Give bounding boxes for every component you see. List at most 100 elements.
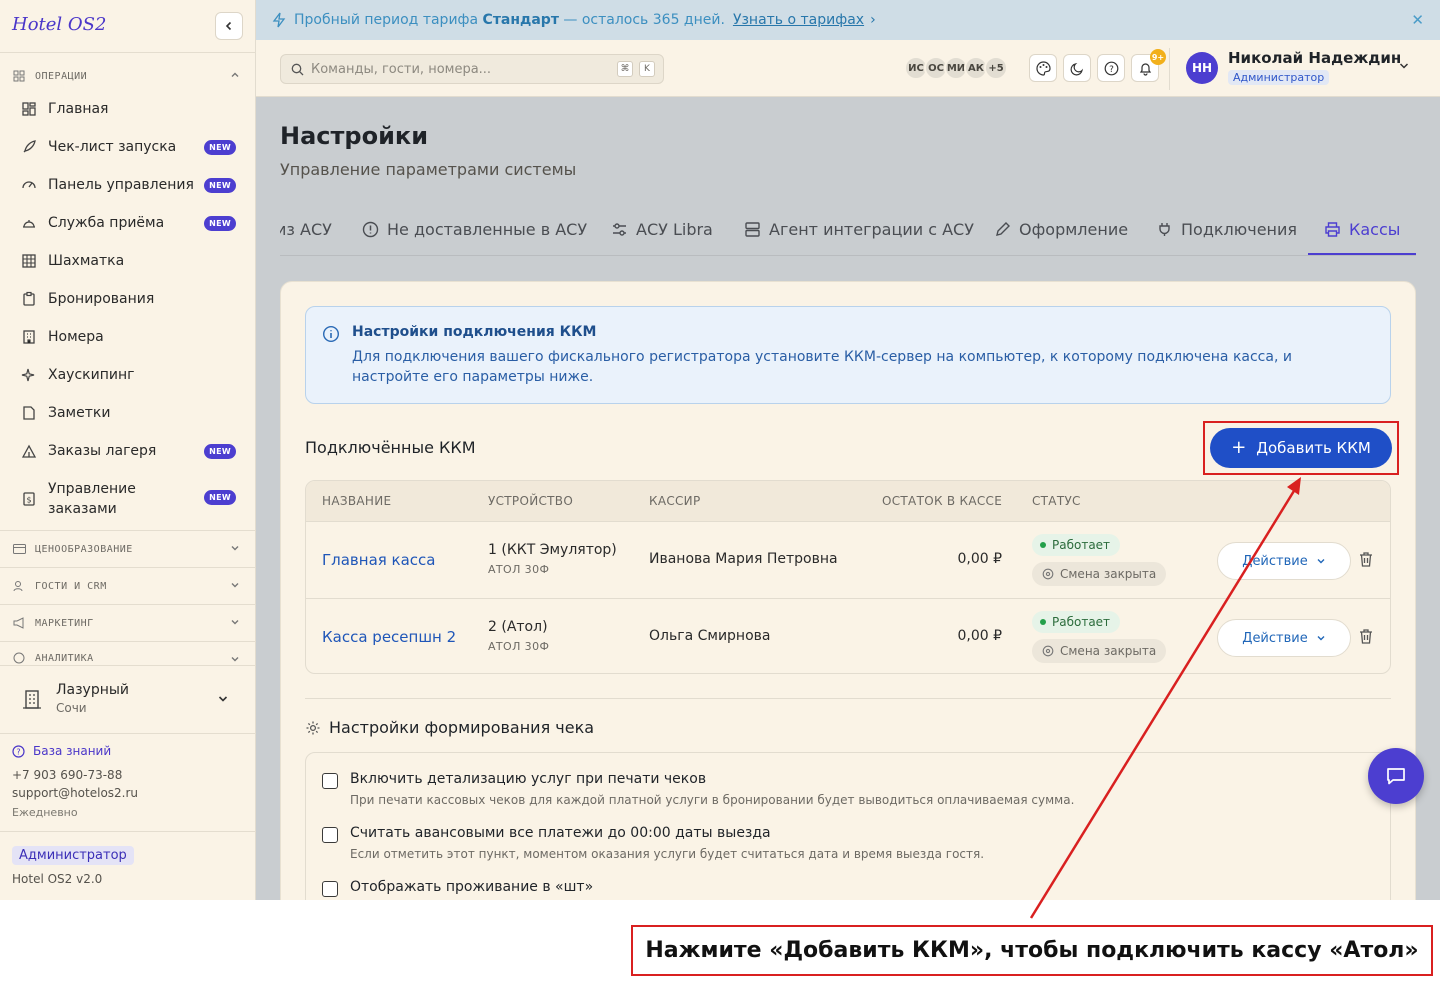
sidebar-item-housekeeping[interactable]: Хаускипинг [12, 365, 244, 385]
kkm-name-link[interactable]: Главная касса [322, 551, 436, 569]
sidebar-item-label: Панель управления [48, 177, 194, 193]
sliders-icon [611, 221, 628, 238]
tab-asu-libra[interactable]: АСУ Libra [611, 220, 713, 239]
tab-integration-agent[interactable]: Агент интеграции с АСУ [744, 220, 974, 239]
chat-button[interactable] [1368, 748, 1424, 804]
table-row: Главная касса 1 (ККТ Эмулятор) АТОЛ 30Ф … [306, 521, 1390, 598]
kkm-cashier: Иванова Мария Петровна [649, 551, 838, 567]
chevron-up-icon [231, 72, 239, 77]
support-email[interactable]: support@hotelos2.ru [12, 786, 138, 800]
connected-kkm-title: Подключённые ККМ [305, 438, 476, 457]
kbd-k: K [639, 61, 655, 77]
sidebar-item-label: Служба приёма [48, 215, 165, 231]
chevron-down-icon[interactable] [1398, 60, 1410, 72]
user-role-badge: Администратор [1228, 70, 1330, 85]
table-header: НАЗВАНИЕ УСТРОЙСТВО КАССИР ОСТАТОК В КАС… [306, 481, 1390, 521]
divider [0, 52, 256, 53]
kkm-name-link[interactable]: Касса ресепшн 2 [322, 628, 456, 646]
kkm-cashier: Ольга Смирнова [649, 628, 771, 644]
user-avatar[interactable]: НН [1186, 52, 1218, 84]
dark-mode-button[interactable] [1063, 54, 1091, 82]
kkm-model: АТОЛ 30Ф [488, 640, 550, 653]
sidebar: Hotel OS2 ОПЕРАЦИИ Главная Чек-лист запу… [0, 0, 256, 900]
status-badge: Работает [1032, 611, 1121, 633]
tab-label: Кассы [1349, 220, 1401, 239]
tab-label: Не доставленные в АСУ [387, 220, 588, 239]
brand-logo[interactable]: Hotel OS2 [12, 14, 106, 35]
support-phone[interactable]: +7 903 690-73-88 [12, 768, 122, 782]
sidebar-item-chessboard[interactable]: Шахматка [12, 251, 244, 271]
sidebar-item-label: Главная [48, 101, 109, 117]
chevron-right-icon: › [870, 12, 876, 28]
gauge-icon [20, 176, 38, 194]
action-dropdown-button[interactable]: Действие [1217, 619, 1351, 657]
notifications-button[interactable]: 9+ [1131, 49, 1166, 82]
tab-not-delivered[interactable]: Не доставленные в АСУ [362, 220, 587, 239]
sidebar-item-front-desk[interactable]: Служба приёма NEW [12, 213, 244, 233]
section-analytics[interactable]: АНАЛИТИКА [12, 651, 244, 665]
section-operations[interactable]: ОПЕРАЦИИ [12, 67, 244, 85]
checkbox[interactable] [322, 827, 338, 843]
chevron-down-icon [1316, 556, 1326, 566]
sidebar-item-bookings[interactable]: Бронирования [12, 289, 244, 309]
section-guests-crm[interactable]: ГОСТИ И CRM [12, 577, 244, 595]
shift-icon [1042, 645, 1054, 657]
help-circle-icon: ? [12, 744, 25, 758]
pencil-icon [994, 221, 1011, 238]
hotel-switcher[interactable]: Лазурный Сочи [12, 676, 244, 722]
sidebar-item-notes[interactable]: Заметки [12, 403, 244, 423]
printer-icon [1324, 221, 1341, 238]
section-marketing[interactable]: МАРКЕТИНГ [12, 614, 244, 632]
sidebar-item-label: Управление заказами [48, 479, 136, 519]
tab-import-asu[interactable]: из АСУ [280, 220, 332, 239]
sidebar-item-rooms[interactable]: Номера [12, 327, 244, 347]
delete-icon[interactable] [1358, 551, 1374, 568]
search-icon [291, 63, 304, 76]
action-label: Действие [1242, 553, 1308, 569]
section-pricing[interactable]: ЦЕНООБРАЗОВАНИЕ [12, 540, 244, 558]
sidebar-item-label: Номера [48, 329, 104, 345]
kkm-device: 1 (ККТ Эмулятор) [488, 542, 617, 558]
online-users[interactable]: ИС ОС МИ АК +5 [904, 56, 1008, 80]
kkm-model: АТОЛ 30Ф [488, 563, 550, 576]
tab-label: АСУ Libra [636, 220, 713, 239]
action-dropdown-button[interactable]: Действие [1217, 542, 1351, 580]
delete-icon[interactable] [1358, 628, 1374, 645]
user-name[interactable]: Николай Надеждин [1228, 49, 1401, 67]
column-header: КАССИР [649, 494, 701, 508]
tab-connections[interactable]: Подключения [1156, 220, 1297, 239]
gear-icon [305, 720, 321, 736]
bell-service-icon [20, 214, 38, 232]
sidebar-item-label: Заказы лагеря [48, 443, 157, 459]
sidebar-item-camp-orders[interactable]: Заказы лагеря NEW [12, 441, 244, 461]
divider [305, 698, 1391, 699]
sidebar-item-control-panel[interactable]: Панель управления NEW [12, 175, 244, 195]
sidebar-item-home[interactable]: Главная [12, 99, 244, 119]
close-banner-icon[interactable]: ✕ [1411, 11, 1424, 29]
checkbox[interactable] [322, 881, 338, 897]
trial-banner: Пробный период тарифа Стандарт — осталос… [256, 0, 1440, 40]
info-title: Настройки подключения ККМ [352, 324, 597, 340]
top-bar: Команды, гости, номера... ⌘ K ИС ОС МИ А… [256, 40, 1440, 97]
shift-badge: Смена закрыта [1032, 562, 1167, 586]
sidebar-item-checklist[interactable]: Чек-лист запуска NEW [12, 137, 244, 157]
checkbox[interactable] [322, 773, 338, 789]
section-label: МАРКЕТИНГ [35, 617, 94, 629]
chat-icon [1387, 768, 1405, 785]
knowledge-base-link[interactable]: ? База знаний [12, 744, 111, 758]
divider [0, 733, 256, 734]
new-badge: NEW [204, 177, 236, 193]
chevron-down-icon [1316, 633, 1326, 643]
tab-cash-registers[interactable]: Кассы [1324, 220, 1400, 239]
info-alert: Настройки подключения ККМ Для подключени… [305, 306, 1391, 404]
collapse-sidebar-button[interactable] [215, 12, 243, 40]
sidebar-item-order-management[interactable]: $ Управление заказами NEW [12, 479, 244, 519]
hotel-city: Сочи [56, 701, 87, 715]
search-input[interactable]: Команды, гости, номера... ⌘ K [280, 54, 664, 84]
theme-palette-button[interactable] [1029, 54, 1057, 82]
clipboard-icon [20, 290, 38, 308]
tab-appearance[interactable]: Оформление [994, 220, 1128, 239]
notification-count: 9+ [1150, 49, 1166, 65]
pricing-link[interactable]: Узнать о тарифах [733, 12, 864, 28]
help-button[interactable]: ? [1097, 54, 1125, 82]
